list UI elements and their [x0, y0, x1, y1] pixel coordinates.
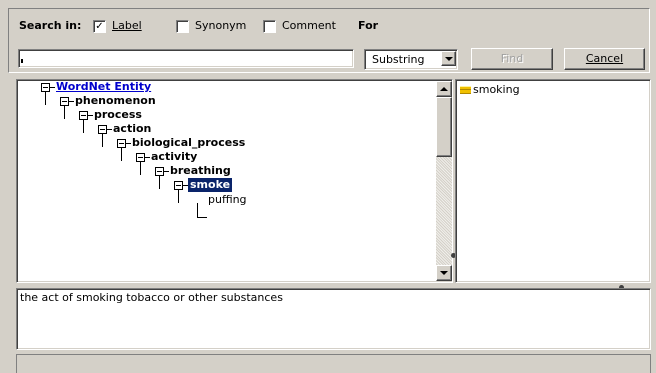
- text-cursor: [21, 59, 23, 63]
- scroll-down-button[interactable]: [436, 265, 452, 281]
- cancel-label: Cancel: [585, 52, 624, 65]
- dropdown-button[interactable]: [441, 51, 456, 66]
- comment-text: the act of smoking tobacco or other subs…: [20, 291, 283, 304]
- scroll-thumb[interactable]: [436, 97, 452, 157]
- search-in-label: Search in:: [19, 19, 82, 32]
- collapse-icon[interactable]: [155, 167, 164, 176]
- collapse-icon[interactable]: [136, 153, 145, 162]
- collapse-icon[interactable]: [79, 111, 88, 120]
- tree-node-puffing[interactable]: puffing: [208, 193, 247, 207]
- synonym-icon: [460, 86, 471, 94]
- match-mode-value: Substring: [372, 53, 425, 66]
- find-label: Find: [500, 52, 524, 65]
- chevron-down-icon: [445, 57, 453, 61]
- tree-node-phenomenon[interactable]: phenomenon: [75, 94, 156, 108]
- tree-panel[interactable]: WordNet Entity phenomenon process action…: [16, 79, 453, 283]
- tree-scrollbar[interactable]: [436, 81, 452, 281]
- label-checkbox[interactable]: ✓: [93, 20, 106, 33]
- scroll-up-button[interactable]: [436, 81, 452, 97]
- comment-panel[interactable]: the act of smoking tobacco or other subs…: [16, 288, 651, 350]
- tree-node-activity[interactable]: activity: [151, 150, 197, 164]
- collapse-icon[interactable]: [117, 139, 126, 148]
- comment-checkbox[interactable]: [263, 20, 276, 33]
- synonym-item[interactable]: smoking: [473, 83, 520, 97]
- tree-node-biological-process[interactable]: biological_process: [132, 136, 245, 150]
- status-panel: [16, 354, 651, 373]
- collapse-icon[interactable]: [174, 181, 183, 190]
- synonym-checkbox[interactable]: [176, 20, 189, 33]
- match-mode-select[interactable]: Substring: [364, 49, 458, 70]
- cancel-button[interactable]: Cancel: [564, 48, 645, 70]
- for-label: For: [358, 19, 379, 32]
- arrow-up-icon: [440, 87, 448, 91]
- label-option[interactable]: Label: [112, 19, 142, 33]
- tree-node-wordnet-entity[interactable]: WordNet Entity: [56, 80, 151, 94]
- synonym-option[interactable]: Synonym: [195, 19, 246, 33]
- collapse-icon[interactable]: [41, 83, 50, 92]
- tree-node-action[interactable]: action: [113, 122, 151, 136]
- comment-option[interactable]: Comment: [282, 19, 336, 33]
- tree-node-smoke-selected[interactable]: smoke: [188, 178, 233, 192]
- arrow-down-icon: [440, 271, 448, 275]
- synonym-panel[interactable]: smoking: [455, 79, 651, 283]
- tree-node-process[interactable]: process: [94, 108, 142, 122]
- collapse-icon[interactable]: [60, 97, 69, 106]
- find-button[interactable]: Find: [471, 48, 553, 70]
- collapse-icon[interactable]: [98, 125, 107, 134]
- search-input[interactable]: [18, 49, 354, 68]
- tree-node-breathing[interactable]: breathing: [170, 164, 231, 178]
